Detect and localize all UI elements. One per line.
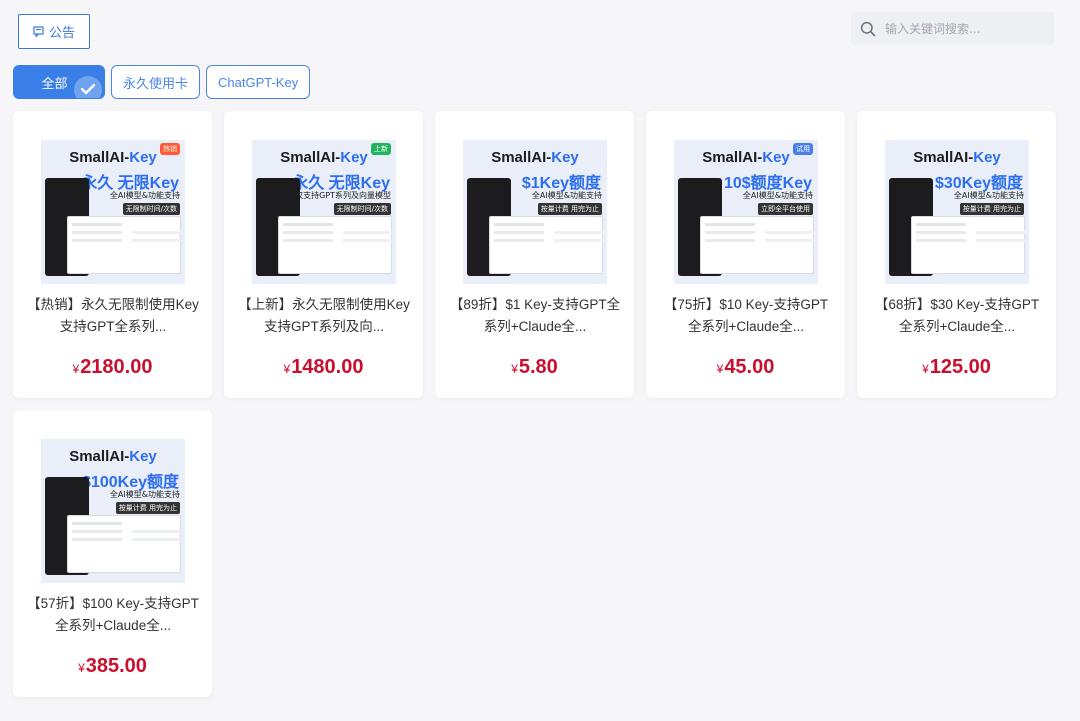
announcement-icon xyxy=(33,26,44,37)
currency-symbol: ¥ xyxy=(283,362,291,376)
thumb-subtitle: 全AI模型&功能支持 xyxy=(742,191,813,200)
product-card[interactable]: SmallAI-Key 热销 永久 无限Key 全AI模型&功能支持 无限制时间… xyxy=(13,111,212,398)
thumb-badge: 试用 xyxy=(793,143,813,155)
thumb-subtitle: 全AI模型&功能支持 xyxy=(953,191,1024,200)
tab-chatgpt-key[interactable]: ChatGPT-Key xyxy=(206,65,311,99)
product-image: SmallAI-Key $1Key额度 全AI模型&功能支持 按量计费 用完为止 xyxy=(463,140,607,284)
price-value: 2180.00 xyxy=(80,356,153,378)
search-box xyxy=(851,12,1054,45)
tab-permanent-card-label: 永久使用卡 xyxy=(123,75,189,91)
product-image: SmallAI-Key 试用 10$额度Key 全AI模型&功能支持 立即全平台… xyxy=(674,140,818,284)
thumb-brand-b: Key xyxy=(973,149,1001,166)
thumb-window-mock xyxy=(67,515,181,573)
thumb-tag: 按量计费 用完为止 xyxy=(115,502,180,514)
search-input[interactable] xyxy=(885,21,1045,36)
product-image: SmallAI-Key 热销 永久 无限Key 全AI模型&功能支持 无限制时间… xyxy=(41,140,185,284)
product-card[interactable]: SmallAI-Key 上新 永久 无限Key 仅支持GPT系列及向量模型 无限… xyxy=(224,111,423,398)
thumb-tag: 无限制时间/次数 xyxy=(122,203,180,215)
thumb-badge: 上新 xyxy=(371,143,391,155)
thumb-window-mock xyxy=(489,216,603,274)
thumb-subtitle: 全AI模型&功能支持 xyxy=(109,191,180,200)
product-price: ¥1480.00 xyxy=(224,356,423,379)
product-card[interactable]: SmallAI-Key 试用 10$额度Key 全AI模型&功能支持 立即全平台… xyxy=(646,111,845,398)
thumb-badge: 热销 xyxy=(160,143,180,155)
product-image: SmallAI-Key $30Key额度 全AI模型&功能支持 按量计费 用完为… xyxy=(885,140,1029,284)
thumb-brand-b: Key xyxy=(129,448,157,465)
thumb-brand: SmallAI-Key xyxy=(463,149,607,166)
tab-chatgpt-key-label: ChatGPT-Key xyxy=(218,74,299,90)
thumb-brand-a: SmallAI- xyxy=(913,149,974,166)
product-card[interactable]: SmallAI-Key $100Key额度 全AI模型&功能支持 按量计费 用完… xyxy=(13,410,212,697)
product-price: ¥5.80 xyxy=(435,356,634,379)
thumb-tag: 按量计费 用完为止 xyxy=(537,203,602,215)
currency-symbol: ¥ xyxy=(72,362,80,376)
selected-check-icon xyxy=(74,76,102,98)
thumb-window-mock xyxy=(278,216,392,274)
tab-all[interactable]: 全部 xyxy=(13,65,105,99)
thumb-brand: SmallAI-Key xyxy=(41,448,185,465)
thumb-brand: SmallAI-Key xyxy=(885,149,1029,166)
notice-label: 公告 xyxy=(48,26,75,41)
price-value: 5.80 xyxy=(518,356,558,378)
thumb-subtitle: 全AI模型&功能支持 xyxy=(531,191,602,200)
thumb-tag: 立即全平台使用 xyxy=(758,203,813,215)
price-value: 1480.00 xyxy=(291,356,364,378)
product-title: 【上新】永久无限制使用Key 支持GPT系列及向... xyxy=(238,297,410,334)
product-price: ¥385.00 xyxy=(13,655,212,678)
thumb-tag: 无限制时间/次数 xyxy=(333,203,391,215)
category-tabs: 全部 永久使用卡 ChatGPT-Key xyxy=(13,65,311,99)
product-price: ¥125.00 xyxy=(857,356,1056,379)
price-value: 385.00 xyxy=(85,655,147,677)
notice-button[interactable]: 公告 xyxy=(18,14,90,49)
product-title: 【75折】$10 Key-支持GPT全系列+Claude全... xyxy=(663,297,829,334)
tab-all-label: 全部 xyxy=(41,75,68,91)
thumb-tag: 按量计费 用完为止 xyxy=(959,203,1024,215)
thumb-brand-a: SmallAI- xyxy=(69,149,130,166)
currency-symbol: ¥ xyxy=(922,362,929,376)
thumb-brand-a: SmallAI- xyxy=(69,448,130,465)
product-card[interactable]: SmallAI-Key $30Key额度 全AI模型&功能支持 按量计费 用完为… xyxy=(857,111,1056,398)
thumb-subtitle: 全AI模型&功能支持 xyxy=(109,490,180,499)
search-icon xyxy=(860,21,876,36)
currency-symbol: ¥ xyxy=(78,661,85,675)
thumb-window-mock xyxy=(911,216,1025,274)
thumb-brand-b: Key xyxy=(762,149,790,166)
product-image: SmallAI-Key $100Key额度 全AI模型&功能支持 按量计费 用完… xyxy=(41,439,185,583)
tab-permanent-card[interactable]: 永久使用卡 xyxy=(111,65,201,99)
product-title: 【89折】$1 Key-支持GPT全系列+Claude全... xyxy=(449,297,621,334)
thumb-brand-a: SmallAI- xyxy=(491,149,552,166)
product-title: 【57折】$100 Key-支持GPT全系列+Claude全... xyxy=(27,596,199,633)
product-price: ¥45.00 xyxy=(646,356,845,379)
thumb-brand-b: Key xyxy=(129,149,157,166)
product-title: 【热销】永久无限制使用Key 支持GPT全系列... xyxy=(27,297,199,334)
price-value: 45.00 xyxy=(724,356,775,378)
product-title: 【68折】$30 Key-支持GPT全系列+Claude全... xyxy=(874,297,1040,334)
price-value: 125.00 xyxy=(929,356,991,378)
thumb-brand-b: Key xyxy=(340,149,368,166)
thumb-brand-a: SmallAI- xyxy=(280,149,341,166)
thumb-window-mock xyxy=(700,216,814,274)
product-image: SmallAI-Key 上新 永久 无限Key 仅支持GPT系列及向量模型 无限… xyxy=(252,140,396,284)
thumb-brand-b: Key xyxy=(551,149,579,166)
thumb-window-mock xyxy=(67,216,181,274)
currency-symbol: ¥ xyxy=(511,362,518,376)
thumb-brand-a: SmallAI- xyxy=(702,149,763,166)
currency-symbol: ¥ xyxy=(716,362,724,376)
product-card[interactable]: SmallAI-Key $1Key额度 全AI模型&功能支持 按量计费 用完为止… xyxy=(435,111,634,398)
product-price: ¥2180.00 xyxy=(13,356,212,379)
thumb-subtitle: 仅支持GPT系列及向量模型 xyxy=(295,191,391,200)
